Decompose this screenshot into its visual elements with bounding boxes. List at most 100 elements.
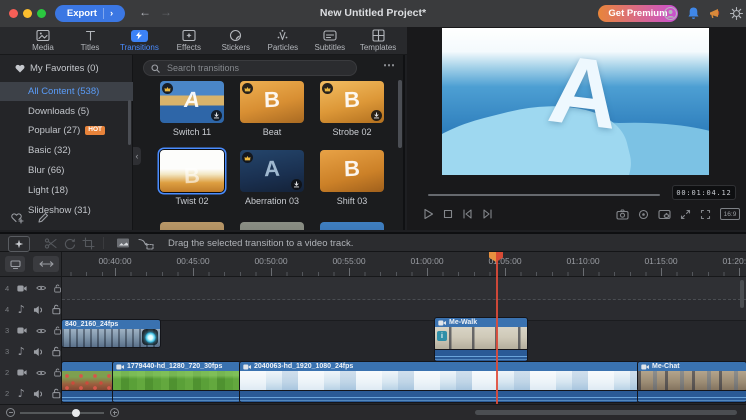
lock-icon[interactable] [52,346,61,357]
lock-icon[interactable] [54,283,61,294]
visibility-eye-icon[interactable] [36,369,46,377]
lock-icon[interactable] [54,325,61,336]
sidebar-scrollbar[interactable] [128,100,131,145]
sidebar-item-downloads[interactable]: Downloads (5) [0,102,133,121]
transition-card-strobe-02[interactable]: B Strobe 02 [320,81,384,137]
track-row-video-4[interactable] [62,277,746,299]
lock-icon[interactable] [52,388,61,399]
transition-card-shift-03[interactable]: B Shift 03 [320,150,384,206]
clip-me-chat-audio[interactable] [638,391,746,402]
transition-card-beat[interactable]: B Beat [240,81,304,137]
tab-transitions[interactable]: Transitions [120,29,159,52]
clip-info-icon[interactable]: i [437,331,447,341]
transition-card-aberration-03[interactable]: A Aberration 03 [240,150,304,206]
sidebar-item-popular[interactable]: Popular (27) HOT [0,121,133,140]
play-button[interactable] [423,208,434,220]
seek-bar[interactable] [428,194,660,196]
search-input[interactable] [165,62,349,74]
track-row-video-3[interactable] [62,320,746,341]
sidebar-item-light[interactable]: Light (18) [0,181,133,200]
undo-back-icon[interactable]: ← [139,5,151,19]
sidebar-item-blur[interactable]: Blur (66) [0,161,133,180]
media-icon [36,29,50,42]
previous-frame-button[interactable] [462,209,473,219]
transition-preview-icon [116,237,131,249]
timeline-ruler[interactable]: 00:40:00 00:45:00 00:50:00 00:55:00 01:0… [62,252,746,277]
record-icon[interactable] [638,209,649,220]
maximize-window-button[interactable] [37,9,46,18]
tab-effects[interactable]: Effects [172,29,206,52]
next-frame-button[interactable] [482,209,493,219]
download-icon[interactable] [371,110,382,121]
horizontal-scrollbar[interactable] [475,410,737,415]
mute-speaker-icon[interactable] [33,305,45,315]
sidebar-item-all-content[interactable]: All Content (538) [0,82,133,101]
settings-gear-icon[interactable] [729,6,744,21]
clip-1779440-video[interactable]: 1779440-hd_1280_720_30fps [113,362,240,391]
aspect-ratio-button[interactable]: 16:9 [720,208,740,220]
clip-1779440-audio[interactable] [113,391,240,402]
download-icon[interactable] [211,110,222,121]
clip-flowers-audio[interactable] [62,391,113,402]
clip-me-walk-video[interactable]: Me-Walk i [435,318,527,350]
clip-winter-video[interactable]: 840_2160_24fps [62,320,160,347]
visibility-eye-icon[interactable] [36,327,46,335]
collapse-panel-icon[interactable]: ‹ [133,147,141,165]
zoom-slider-knob[interactable] [72,409,80,417]
tab-media[interactable]: Media [26,29,60,52]
transition-thumbnail[interactable] [160,222,224,230]
clip-2040063-video[interactable]: 2040063-hd_1920_1080_24fps [240,362,638,391]
vertical-scrollbar[interactable] [740,280,744,308]
mute-speaker-icon[interactable] [33,347,45,357]
transition-thumbnail[interactable] [240,222,304,230]
clip-2040063-audio[interactable] [240,391,638,402]
notifications-bell-icon[interactable] [686,6,701,21]
track-controls-button[interactable] [5,256,25,272]
zoom-slider-track[interactable] [20,412,104,414]
export-button[interactable]: Export › [55,5,125,22]
clip-me-chat-video[interactable]: Me-Chat [638,362,746,391]
close-window-button[interactable] [9,9,18,18]
toolbar-divider [103,237,104,249]
whats-new-megaphone-icon[interactable] [708,6,723,21]
transition-card-twist-02[interactable]: B Twist 02 [160,150,224,206]
zoom-out-icon[interactable] [6,408,15,417]
fullscreen-icon[interactable] [700,209,711,220]
transition-applied-icon[interactable] [142,329,158,345]
clip-camera-icon [438,320,446,326]
magic-wand-button[interactable] [8,236,30,252]
account-icon[interactable] [663,6,678,21]
clip-flowers-video[interactable] [62,362,113,391]
search-bar[interactable] [143,60,357,76]
lock-icon[interactable] [52,304,61,315]
tab-particles[interactable]: Particles [266,29,300,52]
clip-me-walk-audio[interactable] [435,350,527,361]
fit-timeline-button[interactable] [33,256,59,272]
transition-thumbnail[interactable] [320,222,384,230]
zoom-in-icon[interactable] [110,408,119,417]
edit-category-icon[interactable] [37,212,49,224]
visibility-eye-icon[interactable] [36,284,46,292]
stop-button[interactable] [443,209,453,219]
preview-settings-icon[interactable] [658,209,671,220]
mute-speaker-icon[interactable] [33,389,45,399]
tab-stickers[interactable]: Stickers [219,29,253,52]
clip-label: 2040063-hd_1920_1080_24fps [254,363,353,370]
tab-titles[interactable]: Titles [73,29,107,52]
detach-preview-icon[interactable] [680,209,691,220]
track-row-audio-4[interactable] [62,299,746,320]
lock-icon[interactable] [54,367,61,378]
tab-templates[interactable]: Templates [360,29,396,52]
download-icon[interactable] [291,179,302,190]
snapshot-camera-icon[interactable] [616,209,629,220]
redo-forward-icon[interactable]: → [160,5,172,19]
sidebar-item-favorites[interactable]: My Favorites (0) [15,63,99,74]
add-favorite-icon[interactable] [11,212,24,224]
transition-card-switch-11[interactable]: A Switch 11 [160,81,224,137]
track-row-audio-3[interactable] [62,341,746,362]
sidebar-item-basic[interactable]: Basic (32) [0,141,133,160]
tab-subtitles[interactable]: Subtitles [313,29,347,52]
grid-scrollbar[interactable] [398,80,402,148]
more-options-icon[interactable]: ⋯ [383,58,396,72]
minimize-window-button[interactable] [23,9,32,18]
